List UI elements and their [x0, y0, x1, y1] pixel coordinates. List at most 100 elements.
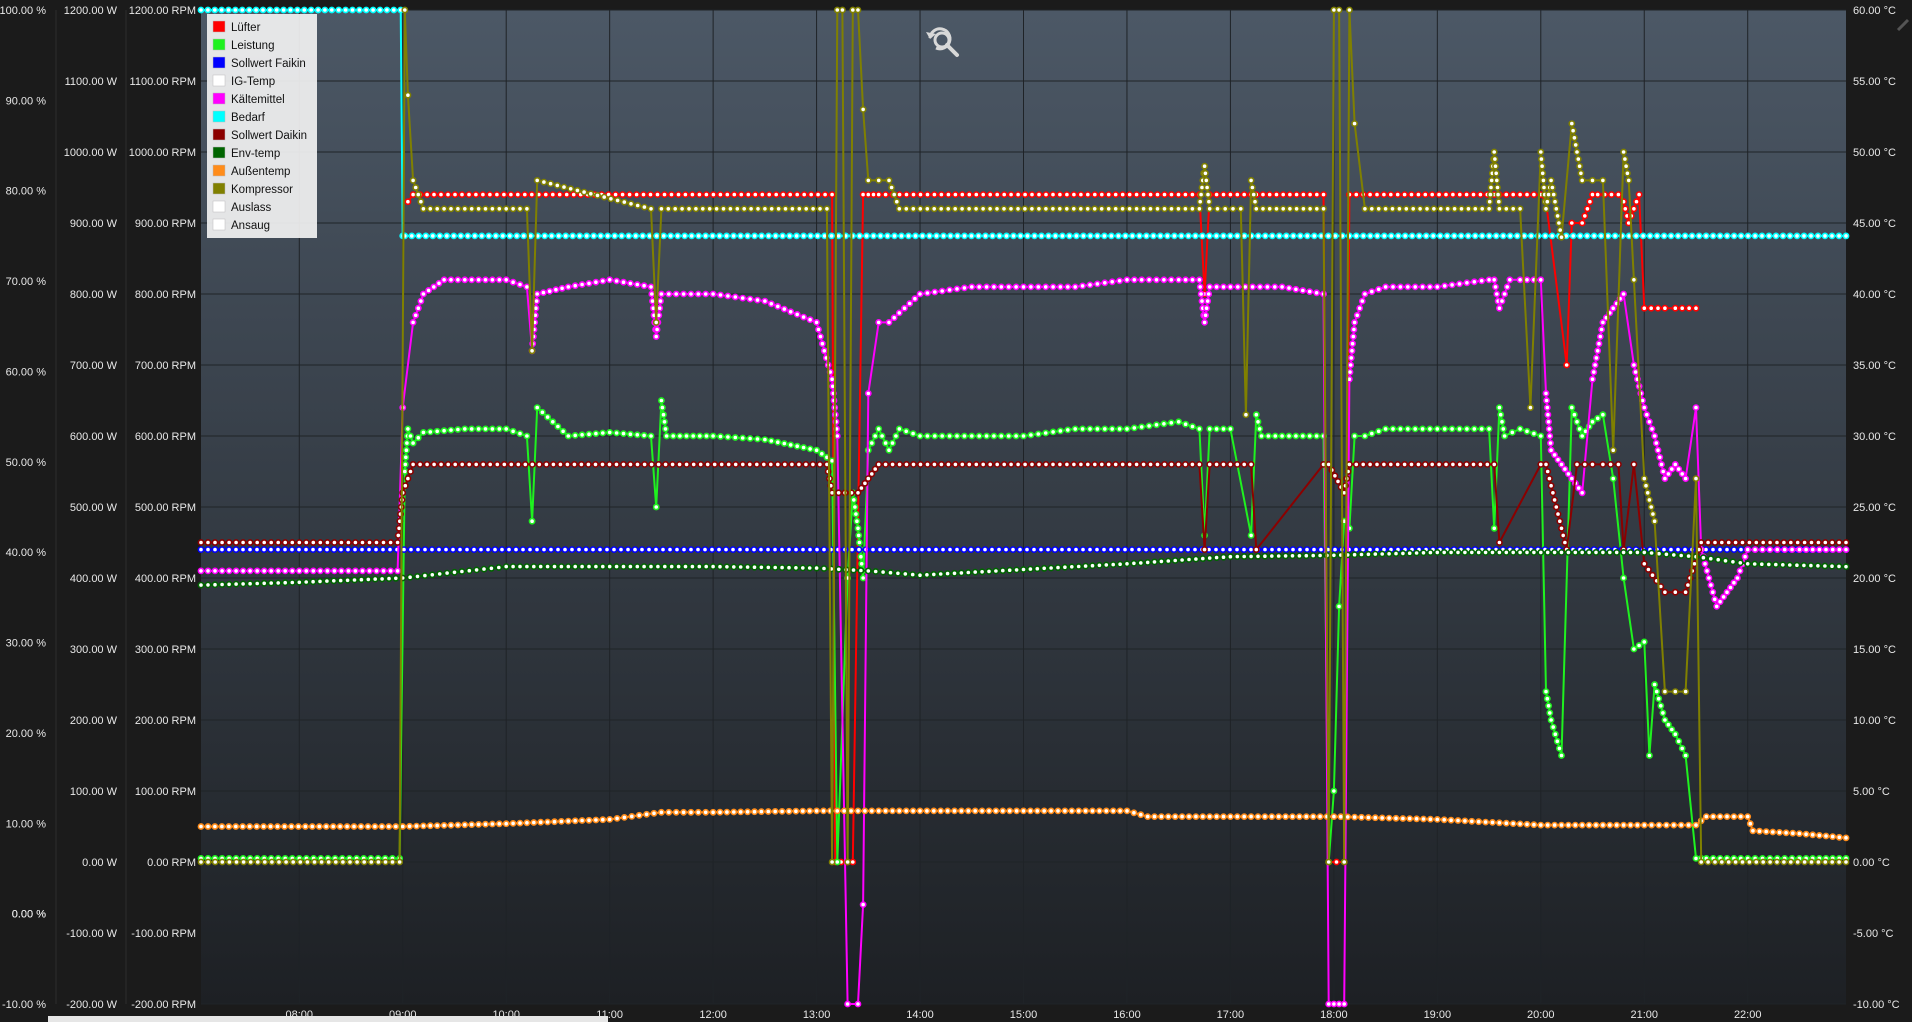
series-point [1640, 475, 1648, 482]
series-point [1751, 560, 1759, 568]
series-point [1352, 191, 1360, 198]
series-point [703, 191, 710, 198]
series-point [702, 563, 710, 570]
series-point [408, 232, 416, 240]
series-point [1681, 232, 1689, 240]
series-point [618, 232, 626, 240]
series-point [882, 460, 889, 468]
series-point [864, 389, 872, 397]
series-point [1640, 549, 1648, 556]
series-point [1543, 404, 1551, 411]
series-point [1366, 460, 1374, 468]
legend-item[interactable]: Leistung [212, 38, 274, 52]
series-point [1221, 205, 1229, 213]
series-point [1006, 566, 1014, 574]
series-point [1249, 283, 1256, 291]
legend-item[interactable]: Ansaug [212, 218, 270, 232]
series-point [465, 567, 473, 575]
series-point [1788, 546, 1796, 553]
series-point [1674, 546, 1682, 553]
series-point [1285, 432, 1293, 440]
series-point [1661, 688, 1669, 695]
legend-item[interactable]: Lüfter [212, 20, 261, 34]
series-point [1478, 277, 1486, 285]
series-point [1203, 184, 1211, 191]
series-point [689, 563, 696, 570]
legend-item[interactable]: Kompressor [212, 182, 293, 196]
series-point [288, 546, 296, 553]
series-point [1621, 155, 1629, 163]
legend-item[interactable]: Auslass [212, 200, 272, 214]
series-point [407, 468, 414, 475]
series-point [1640, 821, 1648, 829]
series-point [730, 808, 738, 816]
series-point [799, 546, 807, 553]
series-point [1576, 162, 1583, 170]
series-point [694, 808, 702, 816]
series-point [635, 811, 643, 819]
series-point [1772, 232, 1780, 240]
series-point [1736, 559, 1744, 567]
series-point [689, 432, 697, 440]
legend-item[interactable]: Kältemittel [212, 92, 285, 106]
series-point [640, 563, 648, 570]
series-point [910, 191, 917, 198]
series-point [699, 205, 707, 213]
series-point [1220, 813, 1227, 820]
series-point [1598, 326, 1605, 333]
series-point [954, 232, 961, 240]
series-point [1744, 546, 1752, 553]
series-point [578, 460, 585, 468]
series-point [1028, 191, 1036, 198]
series-point [1814, 232, 1822, 240]
series-point [1759, 546, 1766, 553]
series-point [895, 309, 903, 317]
series-point [498, 546, 506, 553]
legend-item[interactable]: Env-temp [212, 146, 280, 160]
celsius-axis-tick-label: 15.00 °C [1853, 644, 1896, 656]
series-point [1197, 191, 1205, 198]
series-point [890, 314, 898, 322]
series-point [1730, 232, 1738, 240]
series-point [1443, 232, 1451, 240]
series-point [1102, 561, 1110, 569]
series-point [295, 567, 303, 575]
series-point [937, 807, 945, 815]
series-point [318, 858, 325, 866]
series-point [1506, 232, 1514, 240]
series-point [620, 198, 628, 206]
series-point [975, 283, 983, 291]
series-point [1064, 283, 1072, 291]
series-point [1249, 184, 1256, 191]
series-point [620, 563, 627, 570]
series-point [1100, 546, 1108, 553]
series-point [1000, 460, 1008, 468]
series-point [1796, 546, 1803, 553]
series-point [638, 546, 646, 553]
series-point [996, 232, 1003, 240]
series-point [267, 567, 275, 575]
series-point [731, 293, 739, 301]
legend-item[interactable]: Außentemp [212, 164, 290, 178]
series-point [1725, 858, 1733, 866]
series-point [1098, 191, 1106, 198]
series-point [816, 205, 824, 213]
series-point [961, 432, 968, 440]
series-point [1498, 297, 1506, 305]
series-point [589, 546, 597, 553]
series-point [1468, 817, 1476, 825]
series-point [1182, 420, 1189, 428]
bottom-scroll-bar[interactable] [48, 1016, 608, 1022]
series-point [1226, 546, 1234, 553]
series-point [1047, 807, 1055, 815]
legend-item[interactable]: IG-Temp [212, 74, 275, 88]
series-point [288, 579, 296, 586]
series-point [1303, 232, 1311, 240]
series-point [571, 460, 578, 468]
series-point [1624, 169, 1631, 177]
series-point [1449, 460, 1457, 468]
series-point [1711, 595, 1719, 603]
series-point [1213, 232, 1220, 240]
legend-item[interactable]: Bedarf [212, 110, 266, 124]
series-point [419, 290, 427, 298]
